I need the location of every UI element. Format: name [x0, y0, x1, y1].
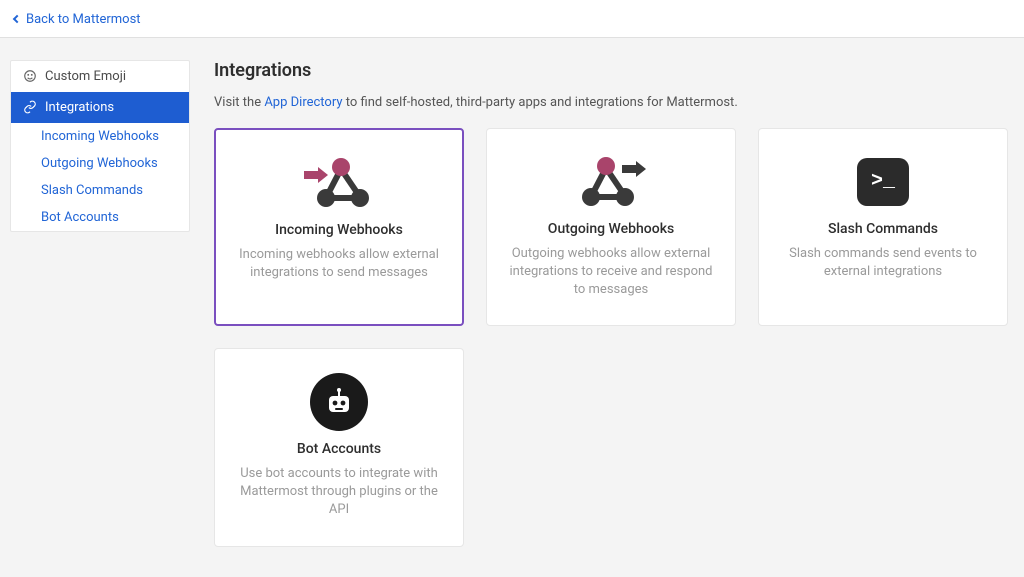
robot-icon [310, 371, 368, 433]
card-title: Incoming Webhooks [275, 222, 403, 238]
card-desc: Slash commands send events to external i… [777, 245, 989, 281]
card-desc: Incoming webhooks allow external integra… [234, 246, 444, 282]
sidebar-sub-bot[interactable]: Bot Accounts [11, 204, 189, 231]
webhook-out-icon [572, 151, 650, 213]
main-content: Integrations Visit the App Directory to … [214, 60, 1008, 547]
top-bar: Back to Mattermost [0, 0, 1024, 38]
sidebar-label-integrations: Integrations [45, 100, 114, 115]
intro-text: Visit the App Directory to find self-hos… [214, 95, 1008, 110]
card-desc: Use bot accounts to integrate with Matte… [233, 465, 445, 520]
intro-pre: Visit the [214, 95, 264, 110]
sidebar: Custom Emoji Integrations Incoming Webho… [10, 60, 190, 232]
sidebar-item-integrations[interactable]: Integrations [11, 92, 189, 123]
back-label: Back to Mattermost [26, 12, 141, 27]
page-title: Integrations [214, 60, 1008, 81]
card-bot-accounts[interactable]: Bot Accounts Use bot accounts to integra… [214, 348, 464, 547]
emoji-icon [23, 69, 37, 83]
sidebar-label-custom-emoji: Custom Emoji [45, 69, 126, 84]
sidebar-sub-outgoing[interactable]: Outgoing Webhooks [11, 150, 189, 177]
back-link[interactable]: Back to Mattermost [14, 12, 141, 27]
webhook-in-icon [300, 152, 378, 214]
card-incoming-webhooks[interactable]: Incoming Webhooks Incoming webhooks allo… [214, 128, 464, 327]
card-slash-commands[interactable]: >_ Slash Commands Slash commands send ev… [758, 128, 1008, 327]
app-directory-link[interactable]: App Directory [264, 95, 342, 110]
sidebar-item-custom-emoji[interactable]: Custom Emoji [11, 61, 189, 92]
intro-post: to find self-hosted, third-party apps an… [343, 95, 738, 110]
card-desc: Outgoing webhooks allow external integra… [505, 245, 717, 300]
card-title: Slash Commands [828, 221, 938, 237]
sidebar-sub-incoming[interactable]: Incoming Webhooks [11, 123, 189, 150]
card-title: Outgoing Webhooks [548, 221, 674, 237]
terminal-icon: >_ [857, 151, 909, 213]
sidebar-sub-slash[interactable]: Slash Commands [11, 177, 189, 204]
card-grid: Incoming Webhooks Incoming webhooks allo… [214, 128, 1008, 547]
card-outgoing-webhooks[interactable]: Outgoing Webhooks Outgoing webhooks allo… [486, 128, 736, 327]
chevron-left-icon [13, 15, 21, 23]
card-title: Bot Accounts [297, 441, 381, 457]
link-icon [23, 100, 37, 114]
